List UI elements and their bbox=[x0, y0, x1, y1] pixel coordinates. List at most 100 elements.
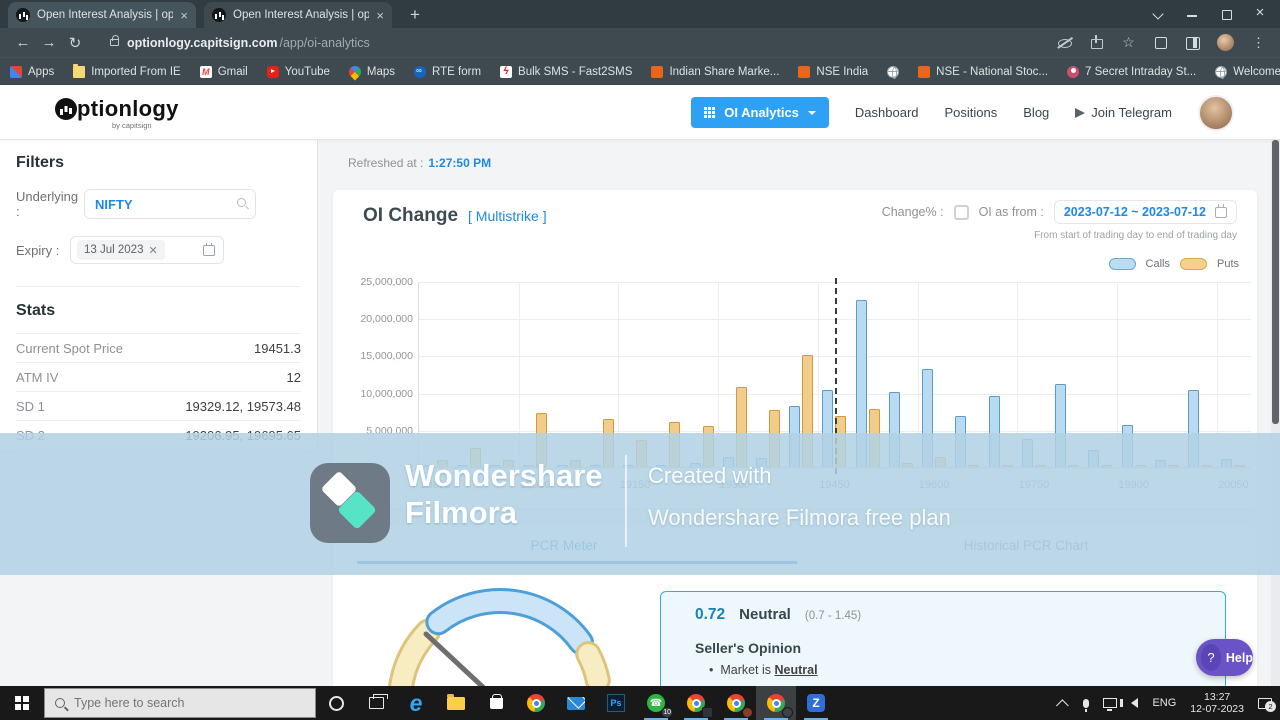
bookmark-item[interactable]: Welcome to HDFC... bbox=[1215, 66, 1280, 78]
extensions-icon[interactable] bbox=[1153, 35, 1168, 50]
nav-dashboard[interactable]: Dashboard bbox=[855, 105, 919, 120]
bookmark-item[interactable]: Imported From IE bbox=[73, 66, 180, 78]
reload-icon[interactable]: ↻ bbox=[62, 34, 88, 52]
start-button[interactable] bbox=[0, 686, 44, 720]
speaker-icon[interactable] bbox=[1131, 698, 1138, 708]
join-telegram-link[interactable]: Join Telegram bbox=[1075, 105, 1172, 120]
bookmark-item[interactable]: RTE form bbox=[414, 66, 481, 78]
kite-button[interactable]: Z bbox=[796, 686, 836, 720]
card-subtitle-multistrike[interactable]: [ Multistrike ] bbox=[468, 208, 547, 224]
chrome-active-button[interactable] bbox=[756, 686, 796, 720]
bookmark-item[interactable]: YouTube bbox=[267, 66, 330, 78]
date-range-picker[interactable]: 2023-07-12 ~ 2023-07-12 bbox=[1054, 200, 1237, 224]
change-percent-checkbox[interactable] bbox=[954, 205, 969, 220]
pcr-value: 0.72 bbox=[695, 606, 725, 624]
tab-close-icon[interactable]: × bbox=[180, 9, 188, 22]
password-eye-icon[interactable] bbox=[1057, 35, 1072, 50]
back-icon[interactable]: ← bbox=[10, 34, 36, 51]
tray-chevron-icon[interactable] bbox=[1056, 699, 1069, 712]
underlying-input[interactable]: NIFTY bbox=[84, 189, 256, 219]
bookmark-item[interactable]: Maps bbox=[349, 66, 395, 78]
scrollbar-thumb[interactable] bbox=[1272, 140, 1279, 424]
share-icon[interactable] bbox=[1089, 35, 1104, 50]
task-view-button[interactable] bbox=[356, 686, 396, 720]
oi-as-from-label: OI as from : bbox=[979, 205, 1044, 219]
chrome-profile1-button[interactable] bbox=[676, 686, 716, 720]
side-panel-icon[interactable] bbox=[1185, 35, 1200, 50]
edge-button[interactable]: e bbox=[396, 686, 436, 720]
window-controls: × bbox=[1152, 0, 1276, 26]
microphone-icon[interactable] bbox=[1083, 699, 1089, 708]
opinion-prefix: Market is bbox=[720, 663, 774, 677]
url-box[interactable]: optionlogy.capitsign.com /app/oi-analyti… bbox=[96, 36, 1057, 50]
calendar-icon[interactable] bbox=[203, 245, 215, 256]
puts-legend-label[interactable]: Puts bbox=[1217, 258, 1239, 270]
mail-button[interactable] bbox=[556, 686, 596, 720]
window-menu-chevron-icon[interactable] bbox=[1152, 7, 1164, 19]
stat-label: Current Spot Price bbox=[16, 341, 123, 356]
browser-tab[interactable]: Open Interest Analysis | optionlo× bbox=[8, 2, 196, 28]
y-axis-tick-label: 15,000,000 bbox=[333, 350, 413, 362]
remove-expiry-icon[interactable]: ✕ bbox=[148, 244, 157, 257]
system-tray: ENG 13:27 12-07-2023 2 bbox=[1060, 691, 1280, 715]
chrome-button[interactable] bbox=[516, 686, 556, 720]
oi-analytics-button[interactable]: OI Analytics bbox=[691, 97, 829, 128]
expiry-input[interactable]: 13 Jul 2023 ✕ bbox=[70, 236, 224, 264]
maximize-icon[interactable] bbox=[1220, 7, 1232, 19]
sms-bookmark-icon bbox=[500, 66, 512, 78]
taskbar-search-input[interactable] bbox=[74, 696, 274, 710]
cortana-button[interactable] bbox=[316, 686, 356, 720]
time: 13:27 bbox=[1190, 691, 1244, 703]
brand-logo[interactable]: ptionlogy bbox=[55, 96, 179, 122]
expiry-chip[interactable]: 13 Jul 2023 ✕ bbox=[77, 240, 165, 260]
store-button[interactable] bbox=[476, 686, 516, 720]
browser-tab[interactable]: Open Interest Analysis | optionlo× bbox=[204, 2, 392, 28]
bookmark-item[interactable]: 7 Secret Intraday St... bbox=[1067, 66, 1196, 78]
bookmark-label: NSE - National Stoc... bbox=[936, 66, 1048, 78]
bookmark-item[interactable]: Bulk SMS - Fast2SMS bbox=[500, 66, 632, 78]
orange-bookmark-icon bbox=[798, 66, 810, 78]
action-center-icon[interactable]: 2 bbox=[1258, 698, 1272, 709]
puts-legend-swatch[interactable] bbox=[1180, 258, 1207, 270]
minimize-icon[interactable] bbox=[1186, 7, 1198, 19]
tabs-container: Open Interest Analysis | optionlo× Open I… bbox=[0, 2, 392, 28]
clock[interactable]: 13:27 12-07-2023 bbox=[1190, 691, 1244, 715]
calls-legend-swatch[interactable] bbox=[1109, 258, 1136, 270]
pcr-info-box: 0.72 Neutral (0.7 - 1.45) Seller's Opini… bbox=[660, 591, 1226, 686]
pcr-gauge bbox=[350, 573, 640, 686]
language-indicator[interactable]: ENG bbox=[1152, 697, 1176, 709]
nav-positions[interactable]: Positions bbox=[945, 105, 998, 120]
page-scrollbar[interactable] bbox=[1271, 140, 1280, 686]
folder-bookmark-icon bbox=[73, 66, 85, 78]
bookmark-item[interactable]: Gmail bbox=[200, 66, 248, 78]
bookmark-item[interactable] bbox=[887, 66, 899, 78]
help-button[interactable]: ? Help bbox=[1196, 639, 1253, 676]
content-area: Filters Underlying : NIFTY Expiry : 13 J… bbox=[0, 140, 1280, 686]
bookmark-star-icon[interactable]: ☆ bbox=[1121, 35, 1136, 50]
file-explorer-button[interactable] bbox=[436, 686, 476, 720]
profile-avatar[interactable] bbox=[1217, 34, 1234, 51]
photoshop-button[interactable]: Ps bbox=[596, 686, 636, 720]
forward-icon[interactable]: → bbox=[36, 34, 62, 51]
new-tab-button[interactable]: + bbox=[402, 2, 428, 28]
edge-icon: e bbox=[410, 693, 423, 713]
whatsapp-button[interactable]: ☎ 10 bbox=[636, 686, 676, 720]
tab-close-icon[interactable]: × bbox=[376, 9, 384, 22]
calls-legend-label[interactable]: Calls bbox=[1146, 258, 1170, 270]
display-icon[interactable] bbox=[1103, 698, 1117, 708]
bookmark-item[interactable]: NSE India bbox=[798, 66, 868, 78]
close-window-icon[interactable]: × bbox=[1254, 7, 1266, 19]
refreshed-label: Refreshed at : bbox=[348, 156, 423, 170]
user-avatar[interactable] bbox=[1198, 95, 1234, 131]
browser-menu-icon[interactable]: ⋮ bbox=[1251, 35, 1266, 50]
chart-legend: Calls Puts bbox=[1109, 258, 1239, 270]
bookmark-label: Gmail bbox=[218, 66, 248, 78]
sellers-opinion-item: • Market is Neutral bbox=[709, 663, 1191, 677]
nav-blog[interactable]: Blog bbox=[1023, 105, 1049, 120]
bookmark-item[interactable]: NSE - National Stoc... bbox=[918, 66, 1048, 78]
taskbar-search[interactable] bbox=[44, 688, 316, 718]
address-bar-icons: ☆ ⋮ bbox=[1057, 34, 1270, 51]
bookmark-item[interactable]: Apps bbox=[10, 66, 54, 78]
chrome-profile2-button[interactable] bbox=[716, 686, 756, 720]
bookmark-item[interactable]: Indian Share Marke... bbox=[651, 66, 779, 78]
